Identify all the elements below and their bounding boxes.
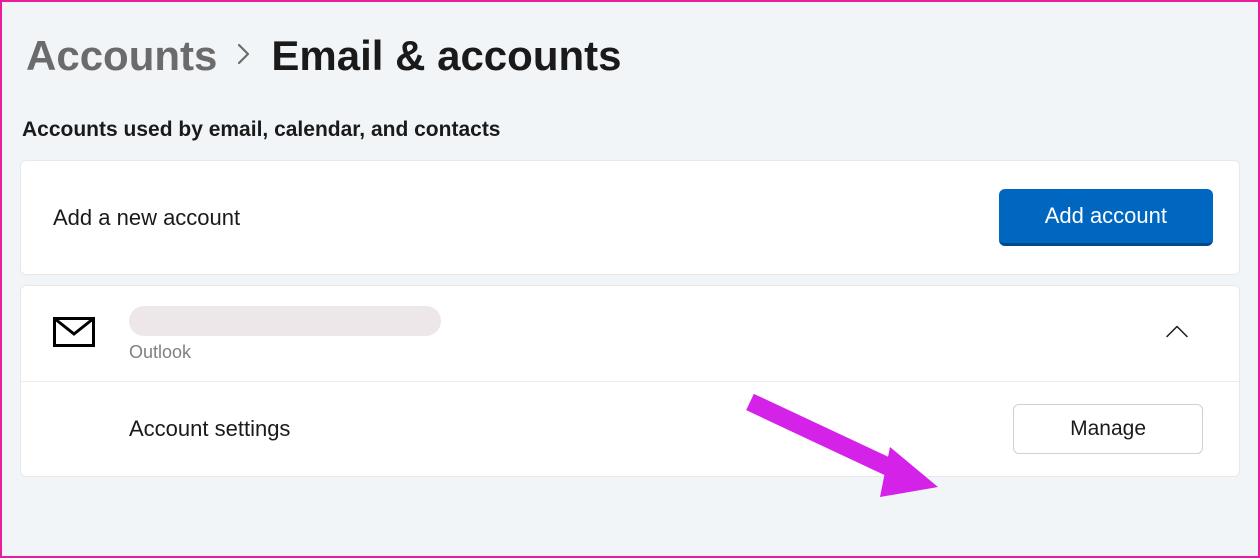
account-type-label: Outlook	[129, 342, 441, 363]
add-account-label: Add a new account	[53, 205, 240, 231]
account-name-redacted	[129, 306, 441, 336]
account-settings-label: Account settings	[129, 416, 290, 442]
account-header-row[interactable]: Outlook	[21, 286, 1239, 382]
account-info: Outlook	[129, 306, 441, 363]
account-card: Outlook Account settings Manage	[20, 285, 1240, 477]
section-heading: Accounts used by email, calendar, and co…	[20, 118, 1240, 142]
add-account-card: Add a new account Add account	[20, 160, 1240, 275]
breadcrumb: Accounts Email & accounts	[20, 32, 1240, 80]
breadcrumb-current: Email & accounts	[271, 32, 621, 80]
chevron-right-icon	[237, 41, 251, 72]
account-settings-row: Account settings Manage	[21, 382, 1239, 476]
breadcrumb-parent-link[interactable]: Accounts	[26, 32, 217, 80]
mail-icon	[53, 317, 95, 352]
manage-button[interactable]: Manage	[1013, 404, 1203, 454]
chevron-up-icon[interactable]	[1165, 324, 1189, 343]
add-account-button[interactable]: Add account	[999, 189, 1213, 246]
